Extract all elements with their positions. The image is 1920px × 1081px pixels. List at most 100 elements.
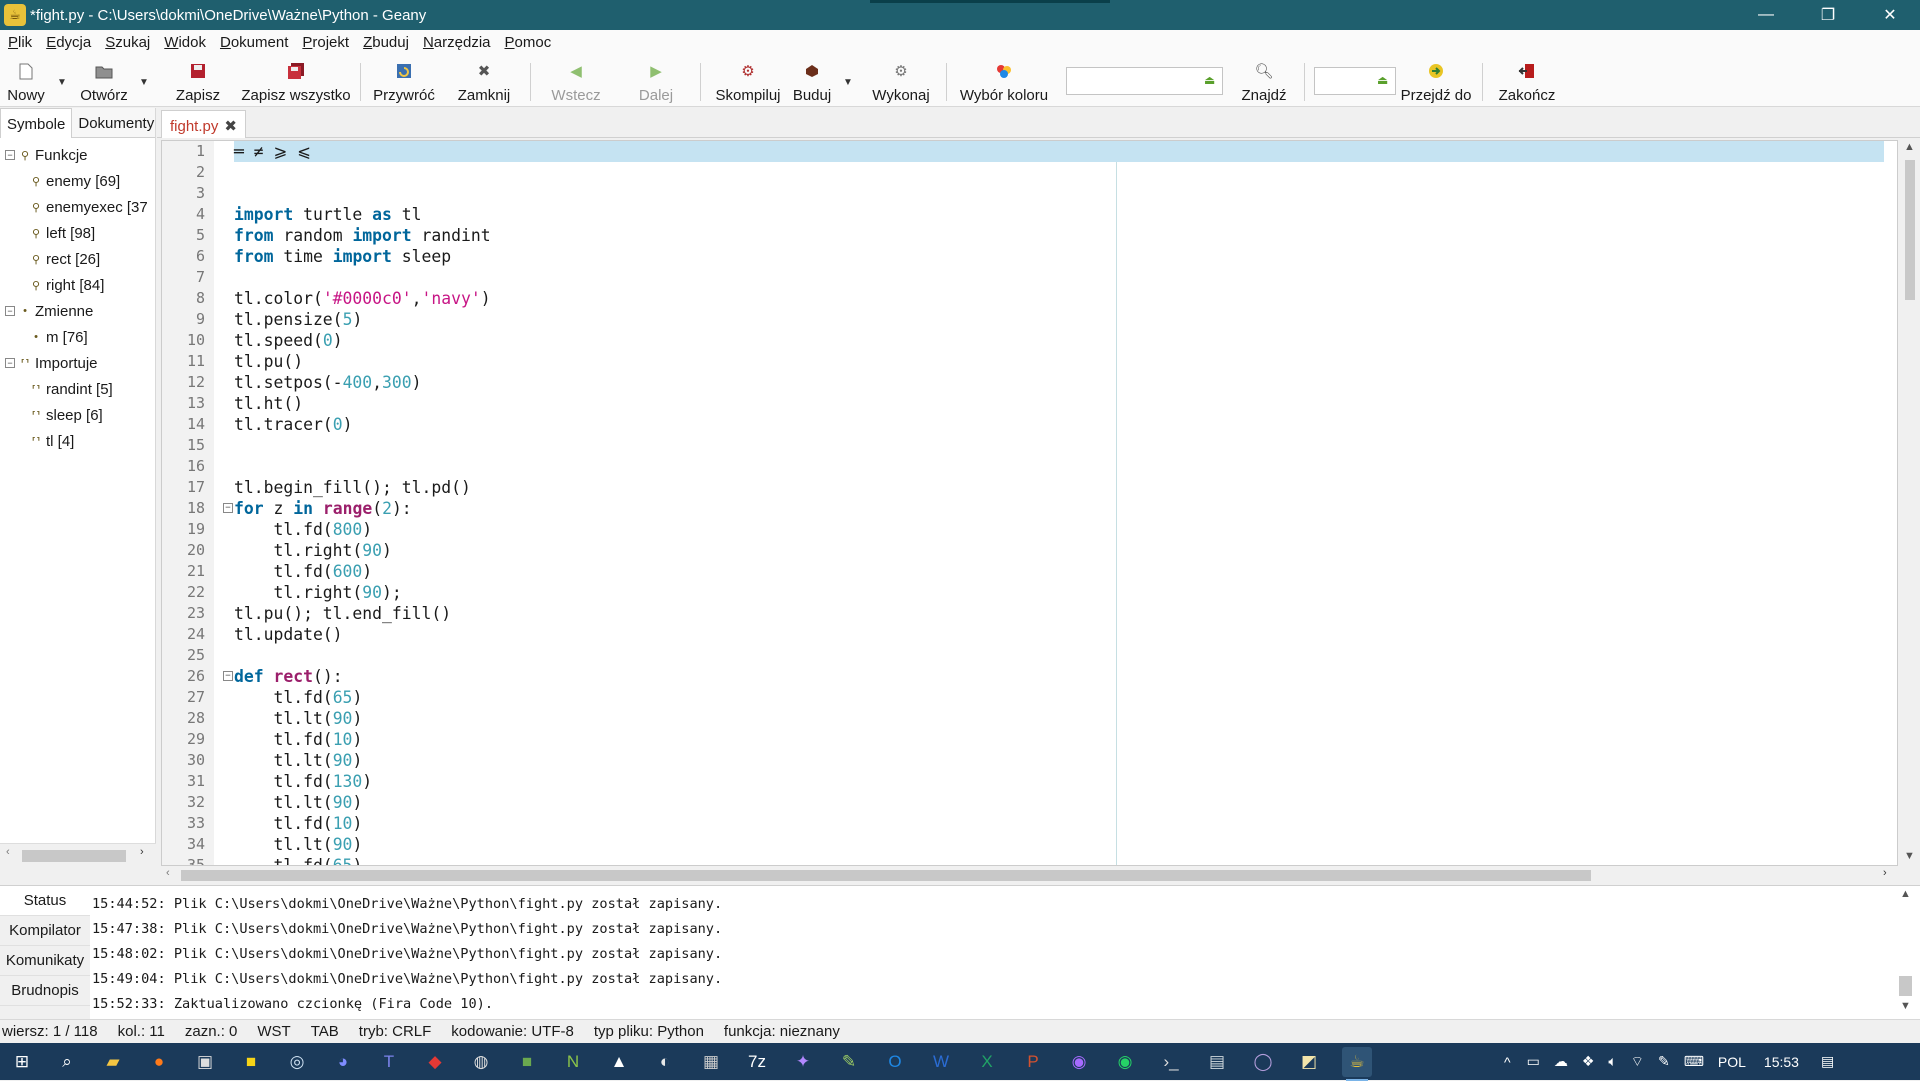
outlook-icon[interactable]: O bbox=[880, 1047, 910, 1077]
tree-item[interactable]: ⸢⸣ tl [4] bbox=[0, 428, 155, 454]
wizard-app-icon[interactable]: ✦ bbox=[788, 1047, 818, 1077]
inkscape-icon[interactable]: ▲ bbox=[604, 1047, 634, 1077]
hscroll-left-icon[interactable]: ‹ bbox=[166, 867, 170, 879]
code-line[interactable]: 27 tl.fd(65) bbox=[187, 687, 1884, 708]
code-line[interactable]: 31 tl.fd(130) bbox=[187, 771, 1884, 792]
search-go-icon[interactable]: ⏏ bbox=[1204, 73, 1218, 87]
github-icon[interactable]: ◯ bbox=[1248, 1047, 1278, 1077]
tree-item[interactable]: − • Zmienne bbox=[0, 298, 155, 324]
build-button[interactable]: Buduj bbox=[790, 55, 834, 107]
code-line[interactable]: 25 bbox=[187, 645, 1884, 666]
volume-icon[interactable]: 🔈︎ bbox=[1608, 1053, 1616, 1070]
scroll-down-icon[interactable]: ▼ bbox=[1904, 850, 1915, 862]
tab-scribble[interactable]: Brudnopis bbox=[0, 976, 90, 1006]
code-line[interactable]: 28 tl.lt(90) bbox=[187, 708, 1884, 729]
tree-item[interactable]: ⚲ rect [26] bbox=[0, 246, 155, 272]
code-line[interactable]: 34 tl.lt(90) bbox=[187, 834, 1884, 855]
scroll-left-icon[interactable]: ‹ bbox=[6, 846, 10, 858]
restore-button[interactable]: ❐ bbox=[1800, 0, 1856, 30]
code-line[interactable]: 10 tl.speed(0) bbox=[187, 330, 1884, 351]
tab-symbols[interactable]: Symbole bbox=[0, 108, 73, 138]
code-line[interactable]: 17 tl.begin_fill(); tl.pd() bbox=[187, 477, 1884, 498]
firefox-icon[interactable]: ● bbox=[144, 1047, 174, 1077]
teams-icon[interactable]: T bbox=[374, 1047, 404, 1077]
menu-edit[interactable]: Edycja bbox=[46, 34, 91, 51]
code-line[interactable]: 24 tl.update() bbox=[187, 624, 1884, 645]
code-line[interactable]: 18 − for z in range(2): bbox=[187, 498, 1884, 519]
menu-tools[interactable]: Narzędzia bbox=[423, 34, 491, 51]
menu-file[interactable]: Plik bbox=[8, 34, 32, 51]
battery-icon[interactable]: ▭ bbox=[1527, 1053, 1540, 1070]
close-tab-icon[interactable]: ✖ bbox=[224, 118, 237, 135]
goto-line-input[interactable]: ⏏ bbox=[1314, 67, 1396, 95]
code-line[interactable]: 7 bbox=[196, 267, 1884, 288]
messenger-icon[interactable]: ◉ bbox=[1064, 1047, 1094, 1077]
tab-status[interactable]: Status bbox=[0, 886, 90, 916]
whatsapp-icon[interactable]: ◉ bbox=[1110, 1047, 1140, 1077]
save-button[interactable]: Zapisz bbox=[170, 55, 226, 107]
tree-item[interactable]: • m [76] bbox=[0, 324, 155, 350]
msg-scroll-up-icon[interactable]: ▲ bbox=[1900, 888, 1911, 900]
tree-expander-icon[interactable]: − bbox=[5, 306, 15, 316]
code-line[interactable]: 6 from time import sleep bbox=[196, 246, 1884, 267]
code-line[interactable]: 5 from random import randint bbox=[196, 225, 1884, 246]
clock[interactable]: 15:53 bbox=[1764, 1054, 1799, 1070]
tree-item[interactable]: − ⸢⸣ Importuje bbox=[0, 350, 155, 376]
word-icon[interactable]: W bbox=[926, 1047, 956, 1077]
code-line[interactable]: 30 tl.lt(90) bbox=[187, 750, 1884, 771]
compile-button[interactable]: ⚙ Skompiluj bbox=[712, 55, 784, 107]
goto-go-icon[interactable]: ⏏ bbox=[1377, 73, 1391, 87]
editor-vertical-scrollbar[interactable]: ▲ ▼ bbox=[1902, 140, 1918, 866]
geany-taskbar-icon[interactable]: ☕ bbox=[1342, 1047, 1372, 1081]
search-input[interactable]: ⏏ bbox=[1066, 67, 1223, 95]
red-app-icon[interactable]: ◆ bbox=[420, 1047, 450, 1077]
editor-hscroll-thumb[interactable] bbox=[181, 870, 1591, 881]
forward-button[interactable]: ▶ Dalej bbox=[626, 55, 686, 107]
tree-item[interactable]: − ⚲ Funkcje bbox=[0, 142, 155, 168]
code-line[interactable]: 1 ═ ≠ ⩾ ⩽ bbox=[196, 141, 1884, 162]
menu-document[interactable]: Dokument bbox=[220, 34, 288, 51]
calculator-icon[interactable]: ▦ bbox=[696, 1047, 726, 1077]
code-line[interactable]: 13 tl.ht() bbox=[187, 393, 1884, 414]
tree-expander-icon[interactable]: − bbox=[5, 150, 15, 160]
build-dropdown-arrow[interactable]: ▼ bbox=[843, 77, 853, 88]
open-button[interactable]: Otwórz bbox=[76, 55, 132, 107]
code-line[interactable]: 32 tl.lt(90) bbox=[187, 792, 1884, 813]
color-chooser-button[interactable]: Wybór koloru bbox=[956, 55, 1052, 107]
language-indicator[interactable]: POL bbox=[1718, 1054, 1746, 1070]
7zip-icon[interactable]: 7z bbox=[742, 1047, 772, 1077]
editor-horizontal-scrollbar[interactable]: ‹ › bbox=[161, 866, 1902, 884]
tab-documents[interactable]: Dokumenty bbox=[72, 108, 160, 138]
code-line[interactable]: 29 tl.fd(10) bbox=[187, 729, 1884, 750]
pen-icon[interactable]: ✎ bbox=[1658, 1053, 1670, 1070]
minecraft-icon[interactable]: ■ bbox=[512, 1047, 542, 1077]
code-line[interactable]: 8 tl.color('#0000c0','navy') bbox=[196, 288, 1884, 309]
text-editor-icon[interactable]: ▤ bbox=[1202, 1047, 1232, 1077]
revert-button[interactable]: Przywróć bbox=[372, 55, 436, 107]
tree-item[interactable]: ⚲ left [98] bbox=[0, 220, 155, 246]
scroll-up-icon[interactable]: ▲ bbox=[1904, 141, 1915, 153]
wifi-icon[interactable]: ⌔ bbox=[1631, 1053, 1644, 1071]
code-line[interactable]: 33 tl.fd(10) bbox=[187, 813, 1884, 834]
tree-item[interactable]: ⸢⸣ randint [5] bbox=[0, 376, 155, 402]
tree-expander-icon[interactable]: − bbox=[5, 358, 15, 368]
code-line[interactable]: 11 tl.pu() bbox=[187, 351, 1884, 372]
sticky-notes-icon[interactable]: ■ bbox=[236, 1047, 266, 1077]
notifications-icon[interactable]: ▤ bbox=[1821, 1053, 1834, 1070]
fold-marker-icon[interactable]: − bbox=[223, 503, 233, 513]
sidebar-horizontal-scrollbar[interactable]: ‹ › bbox=[0, 843, 156, 865]
steam-icon[interactable]: ◎ bbox=[282, 1047, 312, 1077]
sidebar-scroll-thumb[interactable] bbox=[22, 850, 126, 862]
code-line[interactable]: 15 bbox=[187, 435, 1884, 456]
code-line[interactable]: 12 tl.setpos(-400,300) bbox=[187, 372, 1884, 393]
another-app-icon[interactable]: ◩ bbox=[1294, 1047, 1324, 1077]
code-line[interactable]: 26 − def rect(): bbox=[187, 666, 1884, 687]
new-dropdown-arrow[interactable]: ▼ bbox=[57, 77, 67, 88]
tree-item[interactable]: ⚲ enemy [69] bbox=[0, 168, 155, 194]
code-area[interactable]: 1 ═ ≠ ⩾ ⩽ 2 3 4 import turtle as tl 5 from rand… bbox=[187, 141, 1884, 865]
photos-icon[interactable]: ▣ bbox=[190, 1047, 220, 1077]
file-explorer-icon[interactable]: ▰ bbox=[98, 1047, 128, 1077]
excel-icon[interactable]: X bbox=[972, 1047, 1002, 1077]
search-icon[interactable]: ⌕ bbox=[52, 1047, 82, 1077]
code-line[interactable]: 16 bbox=[187, 456, 1884, 477]
